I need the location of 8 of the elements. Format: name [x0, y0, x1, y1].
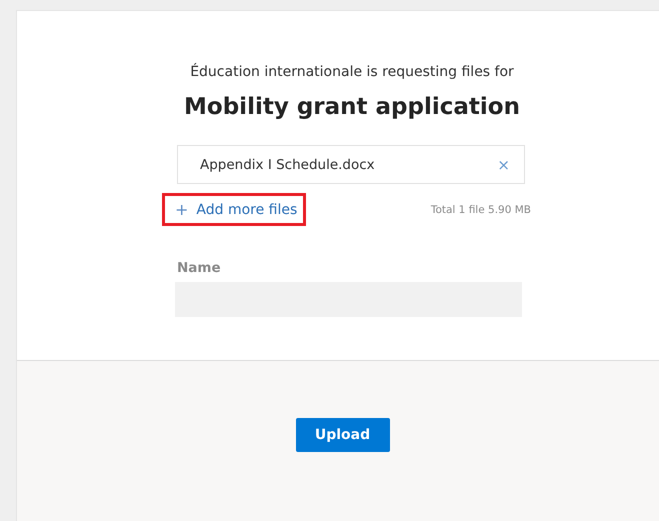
add-more-files-link[interactable]: + Add more files: [162, 193, 306, 226]
remove-file-button[interactable]: ×: [497, 156, 510, 174]
requester-text: Éducation internationale is requesting files for: [189, 64, 515, 80]
request-title: Mobility grant application: [183, 94, 521, 120]
total-size-text: Total 1 file 5.90 MB: [430, 204, 531, 216]
file-name: Appendix I Schedule.docx: [200, 156, 376, 172]
name-label: Name: [177, 260, 222, 276]
upload-button[interactable]: Upload: [296, 418, 390, 452]
